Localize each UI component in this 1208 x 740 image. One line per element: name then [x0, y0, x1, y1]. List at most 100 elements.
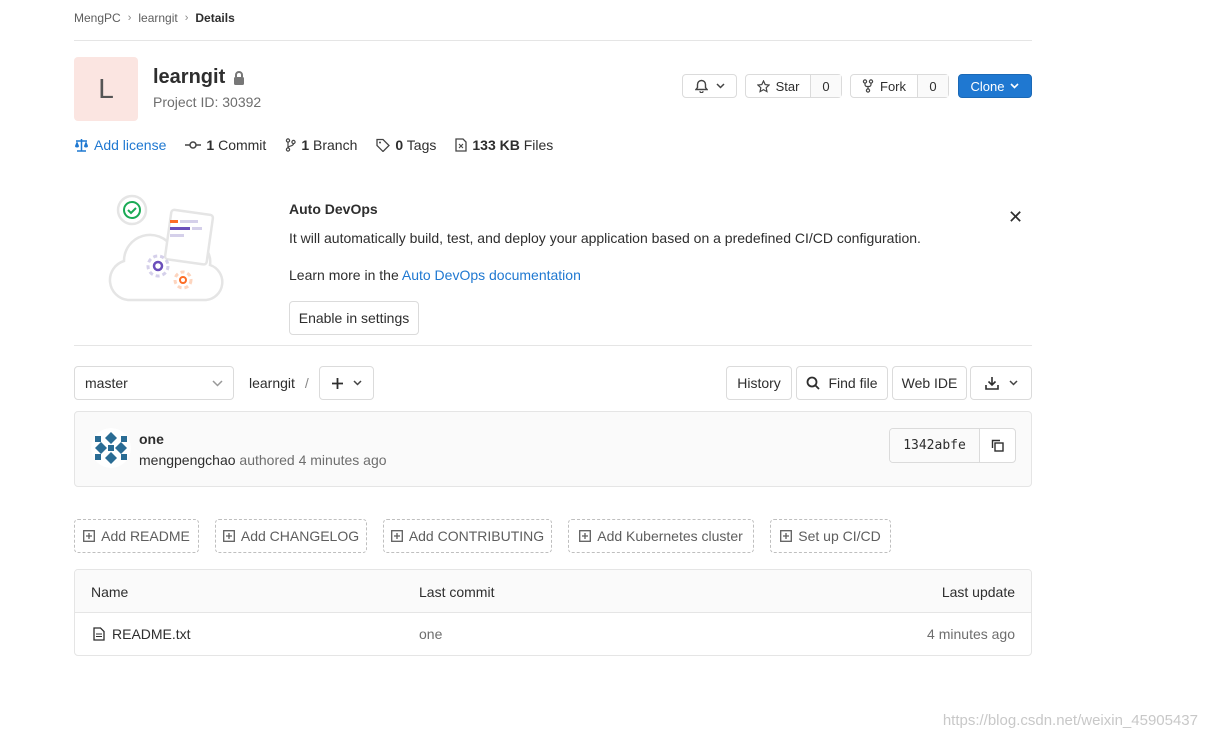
commit-authored-time: authored 4 minutes ago [239, 452, 387, 468]
project-avatar-letter: L [98, 73, 114, 104]
chevron-right-icon: › [127, 12, 132, 24]
file-icon [93, 627, 105, 641]
chevron-down-icon [715, 83, 725, 89]
files-label: Files [523, 137, 554, 153]
file-name-link[interactable]: README.txt [112, 626, 191, 642]
commit-title-link[interactable]: one [139, 431, 164, 447]
setup-ci-cd-label: Set up CI/CD [798, 528, 881, 544]
add-readme-label: Add README [101, 528, 190, 544]
add-license-label: Add license [94, 137, 167, 153]
add-to-tree-dropdown[interactable] [319, 366, 374, 400]
fork-label: Fork [880, 78, 906, 94]
plus-square-icon [390, 530, 403, 542]
copy-sha-button[interactable] [979, 429, 1015, 462]
add-license-link[interactable]: Add license [74, 137, 166, 153]
breadcrumb-project[interactable]: learngit [138, 11, 177, 25]
enable-in-settings-button[interactable]: Enable in settings [289, 301, 419, 335]
file-last-commit-link[interactable]: one [419, 626, 442, 642]
add-kubernetes-cluster-button[interactable]: Add Kubernetes cluster [568, 519, 754, 553]
clone-button[interactable]: Clone [958, 74, 1032, 98]
breadcrumb-group[interactable]: MengPC [74, 11, 121, 25]
path-separator: / [304, 375, 309, 391]
repo-path: learngit / [249, 375, 309, 391]
plus-square-icon [83, 530, 96, 542]
find-file-button[interactable]: Find file [796, 366, 888, 400]
fork-count[interactable]: 0 [917, 75, 948, 97]
files-size: 133 KB [472, 137, 520, 153]
path-root-link[interactable]: learngit [249, 375, 295, 391]
star-button[interactable]: Star [746, 75, 810, 97]
copy-icon [991, 439, 1004, 452]
setup-ci-cd-button[interactable]: Set up CI/CD [770, 519, 891, 553]
breadcrumb: MengPC › learngit › Details [74, 10, 235, 26]
commit-sha[interactable]: 1342abfe [890, 429, 979, 462]
file-size-icon [455, 138, 468, 152]
commit-sha-group: 1342abfe [889, 428, 1016, 463]
branch-name: master [85, 375, 128, 391]
auto-devops-learn-more: Learn more in the Auto DevOps documentat… [289, 267, 581, 283]
branch-icon [285, 138, 297, 152]
notification-dropdown[interactable] [682, 74, 737, 98]
project-stats: Add license 1 Commit 1 Branch 0 Tags 133… [74, 136, 572, 154]
auto-devops-title: Auto DevOps [289, 201, 378, 217]
branches-stat[interactable]: 1 Branch [285, 137, 357, 153]
add-readme-button[interactable]: Add README [74, 519, 199, 553]
fork-icon [862, 79, 874, 93]
close-icon[interactable]: ✕ [1008, 208, 1023, 226]
table-row[interactable]: README.txt [93, 626, 191, 642]
star-count[interactable]: 0 [810, 75, 841, 97]
commit-author-link[interactable]: mengpengchao [139, 452, 236, 468]
branch-dropdown[interactable]: master [74, 366, 234, 400]
find-file-label: Find file [828, 375, 878, 391]
user-avatar[interactable] [91, 428, 131, 468]
divider [74, 345, 1032, 346]
web-ide-button[interactable]: Web IDE [892, 366, 967, 400]
table-header [75, 570, 1031, 613]
watermark: https://blog.csdn.net/weixin_45905437 [942, 712, 1198, 729]
project-avatar: L [74, 57, 138, 121]
plus-square-icon [579, 530, 592, 542]
star-group: Star 0 [745, 74, 842, 98]
commits-stat[interactable]: 1 Commit [185, 137, 266, 153]
fork-button[interactable]: Fork [851, 75, 917, 97]
branches-label: Branch [313, 137, 358, 153]
plus-icon [331, 377, 343, 389]
chevron-down-icon [352, 380, 362, 386]
download-dropdown[interactable] [970, 366, 1032, 400]
project-id: Project ID: 30392 [153, 94, 262, 110]
learn-more-prefix: Learn more in the [289, 267, 399, 283]
column-header-last-update: Last update [941, 584, 1015, 600]
clone-label: Clone [970, 78, 1005, 94]
plus-square-icon [780, 530, 793, 542]
add-changelog-button[interactable]: Add CHANGELOG [215, 519, 367, 553]
file-tree-table: Name Last commit Last update README.txt … [74, 569, 1032, 656]
chevron-down-icon [212, 379, 223, 387]
branches-count: 1 [301, 137, 310, 153]
tag-icon [376, 138, 391, 152]
search-icon [806, 376, 821, 390]
star-label: Star [775, 78, 800, 94]
auto-devops-description: It will automatically build, test, and d… [289, 230, 921, 246]
divider [74, 40, 1032, 41]
add-contributing-label: Add CONTRIBUTING [408, 528, 545, 544]
tags-count: 0 [395, 137, 404, 153]
fork-group: Fork 0 [850, 74, 949, 98]
plus-square-icon [222, 530, 235, 542]
auto-devops-docs-link[interactable]: Auto DevOps documentation [402, 267, 581, 283]
commit-meta: mengpengchao authored 4 minutes ago [139, 452, 387, 468]
chevron-right-icon: › [184, 12, 189, 24]
history-button[interactable]: History [726, 366, 792, 400]
column-header-name: Name [91, 584, 129, 600]
project-name: learngit [153, 66, 226, 88]
commit-icon [185, 140, 202, 150]
chevron-down-icon [1008, 380, 1018, 386]
files-stat[interactable]: 133 KB Files [455, 137, 553, 153]
scale-icon [74, 138, 89, 152]
breadcrumb-current[interactable]: Details [195, 11, 234, 25]
column-header-last-commit: Last commit [419, 584, 495, 600]
tags-stat[interactable]: 0 Tags [376, 137, 436, 153]
commits-label: Commit [218, 137, 267, 153]
project-title: learngit [153, 66, 245, 89]
add-contributing-button[interactable]: Add CONTRIBUTING [383, 519, 552, 553]
commits-count: 1 [206, 137, 215, 153]
